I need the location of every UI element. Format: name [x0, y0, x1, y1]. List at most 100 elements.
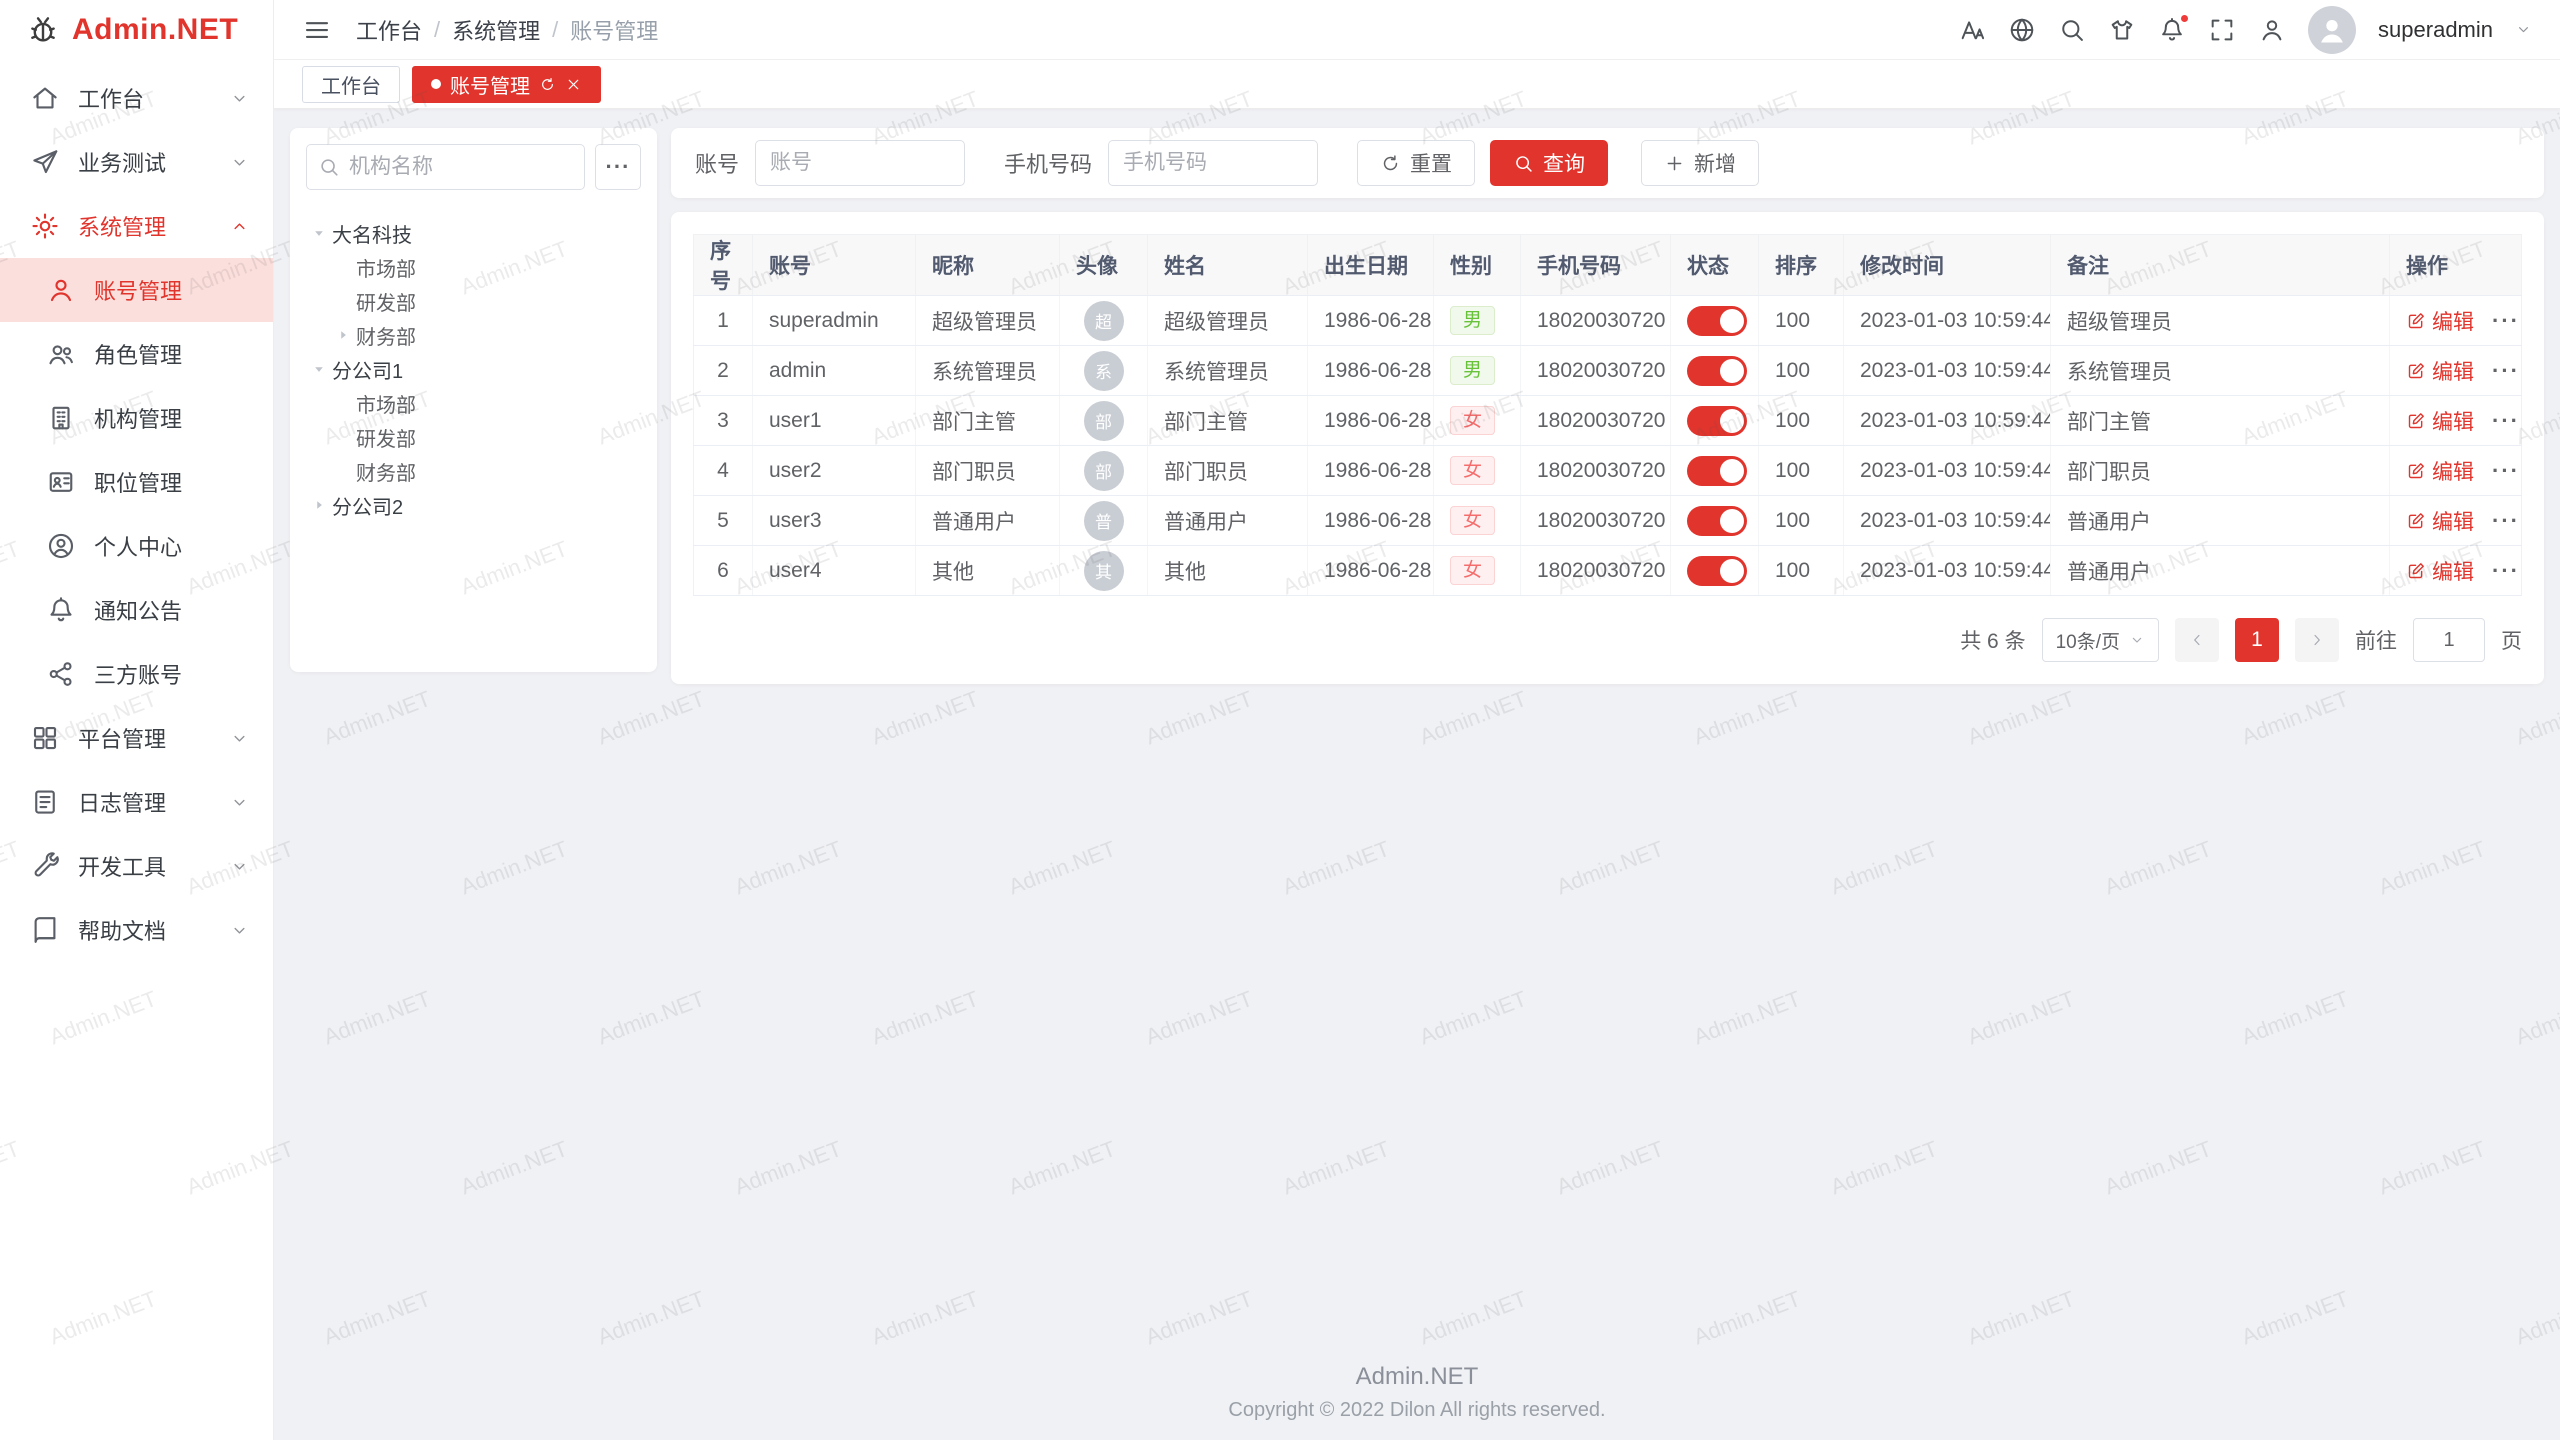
chevron-down-icon[interactable]	[2515, 21, 2532, 38]
sidebar-item-system-management[interactable]: 系统管理	[0, 194, 273, 258]
sidebar-item-role-management[interactable]: 角色管理	[0, 322, 273, 386]
edit-button[interactable]: 编辑	[2406, 456, 2474, 486]
row-actions: 编辑···	[2406, 556, 2505, 586]
breadcrumb: 工作台 / 系统管理 / 账号管理	[356, 14, 658, 46]
breadcrumb-item[interactable]: 工作台	[356, 14, 422, 46]
page-number-button[interactable]: 1	[2235, 618, 2279, 662]
edit-icon	[2406, 361, 2426, 381]
edit-button[interactable]: 编辑	[2406, 506, 2474, 536]
sidebar-item-label: 开发工具	[78, 850, 230, 882]
cell-nickname: 普通用户	[916, 496, 1060, 546]
tree-node[interactable]: 市场部	[306, 386, 641, 420]
more-actions-button[interactable]: ···	[2492, 510, 2520, 532]
org-more-button[interactable]: ···	[595, 144, 641, 190]
chevron-down-icon	[230, 89, 249, 108]
sidebar-item-notice[interactable]: 通知公告	[0, 578, 273, 642]
status-toggle[interactable]	[1687, 356, 1747, 386]
caret-down-icon[interactable]	[306, 224, 332, 242]
sidebar-item-workbench[interactable]: 工作台	[0, 66, 273, 130]
sidebar-item-org-management[interactable]: 机构管理	[0, 386, 273, 450]
prev-page-button[interactable]	[2175, 618, 2219, 662]
cell-account: user4	[753, 546, 916, 596]
tree-node[interactable]: 研发部	[306, 420, 641, 454]
notification-icon[interactable]	[2158, 16, 2186, 44]
sidebar-item-dev-tools[interactable]: 开发工具	[0, 834, 273, 898]
org-name-input[interactable]	[306, 144, 585, 190]
sidebar-item-business-test[interactable]: 业务测试	[0, 130, 273, 194]
more-actions-button[interactable]: ···	[2492, 310, 2520, 332]
edit-button[interactable]: 编辑	[2406, 556, 2474, 586]
sidebar-menu: 工作台业务测试系统管理账号管理角色管理机构管理职位管理个人中心通知公告三方账号平…	[0, 60, 273, 1440]
edit-button-label: 编辑	[2432, 456, 2474, 486]
account-icon[interactable]	[2258, 16, 2286, 44]
font-size-icon[interactable]	[1958, 16, 1986, 44]
phone-filter-group: 手机号码	[1004, 140, 1318, 186]
query-button-label: 查询	[1543, 148, 1585, 178]
status-toggle[interactable]	[1687, 306, 1747, 336]
logo: Admin.NET	[0, 0, 273, 60]
phone-filter-input[interactable]	[1108, 140, 1318, 186]
sidebar-item-account-management[interactable]: 账号管理	[0, 258, 273, 322]
chevron-down-icon	[230, 857, 249, 876]
more-actions-button[interactable]: ···	[2492, 360, 2520, 382]
tree-node[interactable]: 财务部	[306, 318, 641, 352]
sidebar-item-label: 工作台	[78, 82, 230, 114]
toggle-knob	[1720, 559, 1744, 583]
sidebar-item-position-management[interactable]: 职位管理	[0, 450, 273, 514]
query-button[interactable]: 查询	[1490, 140, 1608, 186]
edit-button[interactable]: 编辑	[2406, 306, 2474, 336]
next-page-button[interactable]	[2295, 618, 2339, 662]
tree-node[interactable]: 分公司2	[306, 488, 641, 522]
more-actions-button[interactable]: ···	[2492, 460, 2520, 482]
status-toggle[interactable]	[1687, 456, 1747, 486]
sidebar-item-personal-center[interactable]: 个人中心	[0, 514, 273, 578]
row-actions: 编辑···	[2406, 356, 2505, 386]
username[interactable]: superadmin	[2378, 17, 2493, 43]
fullscreen-icon[interactable]	[2208, 16, 2236, 44]
caret-right-icon[interactable]	[306, 496, 332, 514]
status-toggle[interactable]	[1687, 506, 1747, 536]
sidebar-item-label: 系统管理	[78, 210, 230, 242]
cell-phone: 18020030720	[1521, 346, 1671, 396]
add-button[interactable]: 新增	[1641, 140, 1759, 186]
reset-button[interactable]: 重置	[1357, 140, 1475, 186]
edit-button[interactable]: 编辑	[2406, 406, 2474, 436]
tree-node[interactable]: 市场部	[306, 250, 641, 284]
tab-workbench[interactable]: 工作台	[302, 66, 400, 103]
goto-label: 前往	[2355, 625, 2397, 655]
search-icon[interactable]	[2058, 16, 2086, 44]
sidebar-item-platform-management[interactable]: 平台管理	[0, 706, 273, 770]
cell-modified-time: 2023-01-03 10:59:44	[1844, 546, 2051, 596]
status-toggle[interactable]	[1687, 406, 1747, 436]
sidebar-item-help-docs[interactable]: 帮助文档	[0, 898, 273, 962]
tree-node[interactable]: 大名科技	[306, 216, 641, 250]
edit-button[interactable]: 编辑	[2406, 356, 2474, 386]
refresh-icon[interactable]	[539, 76, 556, 93]
account-filter-input[interactable]	[755, 140, 965, 186]
tab-account-management[interactable]: 账号管理	[412, 66, 601, 103]
status-toggle[interactable]	[1687, 556, 1747, 586]
close-icon[interactable]	[565, 76, 582, 93]
table-row: 2admin系统管理员系系统管理员1986-06-28男180200307201…	[694, 346, 2522, 396]
caret-right-icon[interactable]	[330, 326, 356, 344]
breadcrumb-item[interactable]: 系统管理	[452, 14, 540, 46]
caret-down-icon[interactable]	[306, 360, 332, 378]
cell-avatar: 普	[1060, 496, 1148, 546]
more-actions-button[interactable]: ···	[2492, 410, 2520, 432]
more-actions-button[interactable]: ···	[2492, 560, 2520, 582]
cell-avatar: 超	[1060, 296, 1148, 346]
menu-collapse-icon[interactable]	[302, 15, 332, 45]
page-footer: Admin.NET Copyright © 2022 Dilon All rig…	[290, 1363, 2544, 1430]
tree-node[interactable]: 财务部	[306, 454, 641, 488]
goto-page-input[interactable]	[2413, 618, 2485, 662]
theme-icon[interactable]	[2108, 16, 2136, 44]
sidebar-item-third-party-account[interactable]: 三方账号	[0, 642, 273, 706]
cell-modified-time: 2023-01-03 10:59:44	[1844, 346, 2051, 396]
search-icon	[1513, 153, 1534, 174]
tree-node[interactable]: 分公司1	[306, 352, 641, 386]
language-icon[interactable]	[2008, 16, 2036, 44]
sidebar-item-log-management[interactable]: 日志管理	[0, 770, 273, 834]
user-avatar[interactable]	[2308, 6, 2356, 54]
tree-node[interactable]: 研发部	[306, 284, 641, 318]
page-size-select[interactable]: 10条/页	[2042, 618, 2159, 662]
